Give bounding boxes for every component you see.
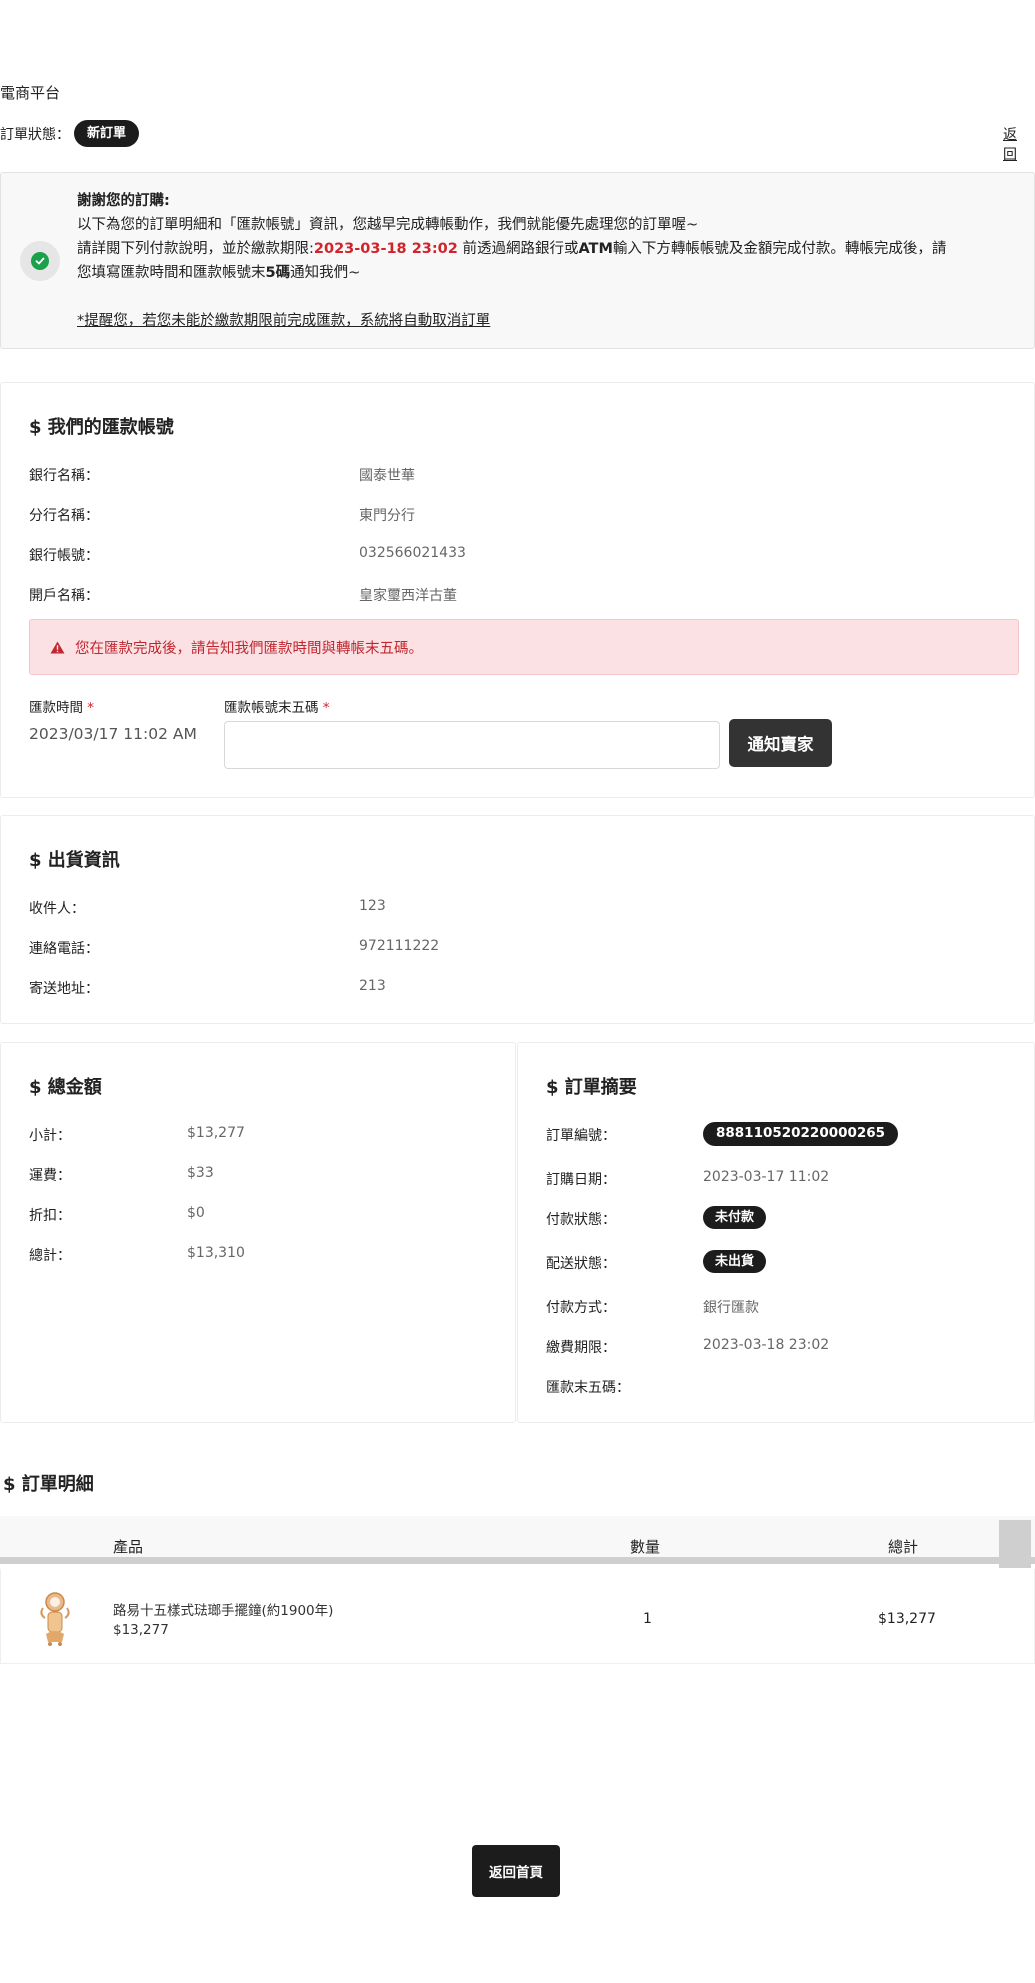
phone-label: 連絡電話：	[29, 941, 99, 957]
order-date-value: 2023-03-17 11:02	[703, 1169, 830, 1185]
notice-line-2: 以下為您的訂單明細和「匯款帳號」資訊，您越早完成轉帳動作，我們就能優先處理您的訂…	[77, 217, 699, 233]
delivery-status-badge: 未出貨	[703, 1250, 767, 1273]
back-to-home-button[interactable]: 返回首頁	[472, 1845, 560, 1897]
address-label: 寄送地址：	[29, 981, 99, 997]
notice-text: 謝謝您的訂購: 以下為您的訂單明細和「匯款帳號」資訊，您越早完成轉帳動作，我們就…	[77, 189, 1017, 285]
bank-card-title: $ 我們的匯款帳號	[29, 417, 174, 438]
product-qty: 1	[643, 1611, 652, 1627]
table-scrollbar[interactable]	[999, 1520, 1031, 1568]
account-number-value: 032566021433	[359, 545, 466, 561]
product-name[interactable]: 路易十五樣式琺瑯手擺鐘(約1900年)	[113, 1599, 333, 1619]
payment-deadline-label: 繳費期限：	[546, 1340, 616, 1356]
grand-total-label: 總計：	[29, 1248, 71, 1264]
order-summary-card	[517, 1042, 1035, 1423]
grand-total-value: $13,310	[187, 1245, 245, 1261]
payment-method-value: 銀行匯款	[703, 1300, 759, 1316]
order-number-badge: 888110520220000265	[703, 1122, 899, 1146]
col-header-product: 產品	[113, 1538, 144, 1556]
summary-card-title: $ 訂單摘要	[546, 1077, 637, 1098]
remit-time-label: 匯款時間 *	[29, 700, 95, 716]
phone-value: 972111222	[359, 938, 440, 954]
discount-value: $0	[187, 1205, 205, 1221]
product-price: $13,277	[113, 1622, 169, 1638]
remit-last5-label: 匯款末五碼：	[546, 1380, 630, 1396]
subtotal-value: $13,277	[187, 1125, 245, 1141]
notice-line-3: 請詳閱下列付款說明，並於繳款期限:2023-03-18 23:02 前透過網路銀…	[77, 241, 947, 257]
remit-time-value: 2023/03/17 11:02 AM	[29, 725, 197, 743]
address-value: 213	[359, 978, 386, 994]
delivery-status-label: 配送狀態：	[546, 1256, 616, 1272]
notice-line-4: 您填寫匯款時間和匯款帳號末5碼通知我們~	[77, 265, 361, 281]
bank-name-label: 銀行名稱：	[29, 468, 99, 484]
product-total: $13,277	[878, 1611, 936, 1627]
shipping-fee-label: 運費：	[29, 1168, 71, 1184]
payment-status-label: 付款狀態：	[546, 1212, 616, 1228]
branch-name-value: 東門分行	[359, 508, 415, 524]
order-status-label: 訂單狀態：	[0, 126, 70, 143]
subtotal-label: 小計：	[29, 1128, 71, 1144]
account-last5-input[interactable]	[224, 721, 720, 769]
check-circle-icon	[20, 241, 60, 281]
bank-name-value: 國泰世華	[359, 468, 415, 484]
totals-card	[0, 1042, 516, 1423]
payment-deadline-value: 2023-03-18 23:02	[703, 1337, 830, 1353]
col-header-total: 總計	[888, 1538, 919, 1556]
product-thumbnail[interactable]	[37, 1590, 73, 1648]
order-details-title: $ 訂單明細	[3, 1474, 94, 1495]
recipient-label: 收件人：	[29, 901, 85, 917]
notice-heading: 謝謝您的訂購:	[77, 193, 170, 209]
account-last5-label: 匯款帳號末五碼 *	[224, 700, 330, 716]
discount-label: 折扣：	[29, 1208, 71, 1224]
payment-status-badge: 未付款	[703, 1206, 767, 1229]
shipping-card	[0, 815, 1035, 1024]
order-status-row: 訂單狀態： 新訂單	[0, 120, 140, 147]
payment-deadline: 2023-03-18 23:02	[313, 241, 458, 257]
remittance-alert: 您在匯款完成後，請告知我們匯款時間與轉帳末五碼。	[29, 619, 1019, 675]
details-table-header	[0, 1516, 1035, 1564]
payment-method-label: 付款方式：	[546, 1300, 616, 1316]
shipping-card-title: $ 出貨資訊	[29, 850, 120, 871]
account-holder-label: 開戶名稱：	[29, 588, 99, 604]
col-header-qty: 數量	[630, 1538, 661, 1556]
site-title: 電商平台	[0, 84, 61, 102]
branch-name-label: 分行名稱：	[29, 508, 99, 524]
recipient-value: 123	[359, 898, 386, 914]
cancel-reminder: *提醒您，若您未能於繳款期限前完成匯款，系統將自動取消訂單	[77, 313, 491, 329]
order-number-label: 訂單編號：	[546, 1128, 616, 1144]
notify-seller-button[interactable]: 通知賣家	[729, 719, 832, 767]
alert-text: 您在匯款完成後，請告知我們匯款時間與轉帳末五碼。	[75, 640, 423, 657]
shipping-fee-value: $33	[187, 1165, 214, 1181]
account-number-label: 銀行帳號：	[29, 548, 99, 564]
order-status-badge: 新訂單	[74, 120, 140, 147]
totals-card-title: $ 總金額	[29, 1077, 102, 1098]
warning-triangle-icon	[50, 641, 65, 653]
account-holder-value: 皇家璽西洋古董	[359, 588, 457, 604]
order-date-label: 訂購日期：	[546, 1172, 616, 1188]
